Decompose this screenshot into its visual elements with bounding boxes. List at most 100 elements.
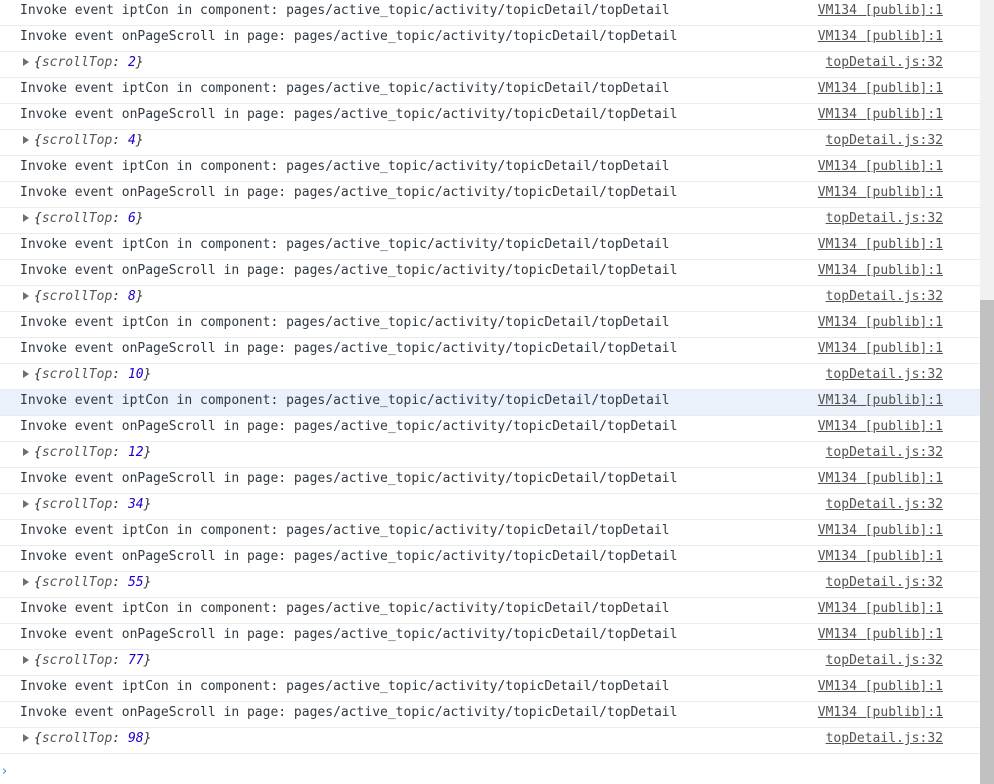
object-brace-close: }	[143, 731, 152, 746]
source-link[interactable]: VM134 [publib]:1	[818, 678, 943, 695]
source-link[interactable]: VM134 [publib]:1	[818, 28, 943, 45]
log-object-row[interactable]: {scrollTop: 77} topDetail.js:32	[0, 650, 980, 676]
object-value: 6	[127, 211, 136, 226]
object-brace-open: {	[34, 133, 42, 148]
source-link[interactable]: topDetail.js:32	[826, 132, 943, 149]
source-link[interactable]: topDetail.js:32	[826, 288, 943, 305]
object-brace-close: }	[143, 497, 152, 512]
source-link[interactable]: topDetail.js:32	[826, 210, 943, 227]
source-link[interactable]: VM134 [publib]:1	[818, 158, 943, 175]
log-object-row[interactable]: {scrollTop: 10} topDetail.js:32	[0, 364, 980, 390]
log-message-text: Invoke event iptCon in component: pages/…	[20, 679, 670, 694]
object-preview[interactable]: {scrollTop: 55}	[34, 574, 151, 591]
expand-triangle-icon[interactable]	[23, 656, 29, 664]
object-brace-open: {	[34, 653, 42, 668]
source-link[interactable]: topDetail.js:32	[826, 366, 943, 383]
source-link[interactable]: VM134 [publib]:1	[818, 626, 943, 643]
object-preview[interactable]: {scrollTop: 12}	[34, 444, 151, 461]
source-link[interactable]: VM134 [publib]:1	[818, 236, 943, 253]
log-message-row: Invoke event onPageScroll in page: pages…	[0, 468, 980, 494]
source-link[interactable]: VM134 [publib]:1	[818, 2, 943, 19]
object-brace-open: {	[34, 497, 42, 512]
object-preview[interactable]: {scrollTop: 8}	[34, 288, 144, 305]
expand-triangle-icon[interactable]	[23, 500, 29, 508]
expand-triangle-icon[interactable]	[23, 136, 29, 144]
source-link[interactable]: VM134 [publib]:1	[818, 392, 943, 409]
object-preview[interactable]: {scrollTop: 98}	[34, 730, 151, 747]
log-message-text: Invoke event onPageScroll in page: pages…	[20, 705, 678, 720]
source-link[interactable]: VM134 [publib]:1	[818, 522, 943, 539]
object-brace-close: }	[135, 55, 144, 70]
source-link[interactable]: VM134 [publib]:1	[818, 704, 943, 721]
source-link[interactable]: VM134 [publib]:1	[818, 548, 943, 565]
source-link[interactable]: VM134 [publib]:1	[818, 106, 943, 123]
expand-triangle-icon[interactable]	[23, 578, 29, 586]
log-message-row: Invoke event onPageScroll in page: pages…	[0, 546, 980, 572]
log-object-row[interactable]: {scrollTop: 2} topDetail.js:32	[0, 52, 980, 78]
object-key: scrollTop	[41, 133, 113, 148]
expand-triangle-icon[interactable]	[23, 58, 29, 66]
object-brace-open: {	[34, 445, 42, 460]
prompt-chevron-icon: ›	[2, 764, 8, 779]
log-message-row: Invoke event iptCon in component: pages/…	[0, 312, 980, 338]
source-link[interactable]: VM134 [publib]:1	[818, 80, 943, 97]
console-log: Invoke event iptCon in component: pages/…	[0, 0, 980, 784]
log-message-row: Invoke event iptCon in component: pages/…	[0, 598, 980, 624]
log-message-text: Invoke event onPageScroll in page: pages…	[20, 419, 678, 434]
source-link[interactable]: VM134 [publib]:1	[818, 470, 943, 487]
object-preview[interactable]: {scrollTop: 4}	[34, 132, 144, 149]
object-brace-close: }	[135, 211, 144, 226]
object-value: 98	[127, 731, 144, 746]
console-input[interactable]	[18, 763, 972, 783]
source-link[interactable]: topDetail.js:32	[826, 730, 943, 747]
log-object-row[interactable]: {scrollTop: 12} topDetail.js:32	[0, 442, 980, 468]
source-link[interactable]: VM134 [publib]:1	[818, 314, 943, 331]
object-value: 55	[127, 575, 144, 590]
log-object-row[interactable]: {scrollTop: 98} topDetail.js:32	[0, 728, 980, 754]
log-message-text: Invoke event onPageScroll in page: pages…	[20, 263, 678, 278]
object-key: scrollTop	[41, 575, 113, 590]
expand-triangle-icon[interactable]	[23, 292, 29, 300]
log-object-row[interactable]: {scrollTop: 6} topDetail.js:32	[0, 208, 980, 234]
object-colon: :	[112, 367, 128, 382]
expand-triangle-icon[interactable]	[23, 214, 29, 222]
source-link[interactable]: VM134 [publib]:1	[818, 340, 943, 357]
log-message-row: Invoke event iptCon in component: pages/…	[0, 78, 980, 104]
log-object-row[interactable]: {scrollTop: 8} topDetail.js:32	[0, 286, 980, 312]
object-brace-close: }	[143, 575, 152, 590]
source-link[interactable]: VM134 [publib]:1	[818, 184, 943, 201]
log-message-row: Invoke event iptCon in component: pages/…	[0, 520, 980, 546]
log-message-row: Invoke event iptCon in component: pages/…	[0, 0, 980, 26]
log-object-row[interactable]: {scrollTop: 55} topDetail.js:32	[0, 572, 980, 598]
log-message-row: Invoke event onPageScroll in page: pages…	[0, 260, 980, 286]
expand-triangle-icon[interactable]	[23, 370, 29, 378]
source-link[interactable]: VM134 [publib]:1	[818, 600, 943, 617]
object-preview[interactable]: {scrollTop: 10}	[34, 366, 151, 383]
source-link[interactable]: topDetail.js:32	[826, 652, 943, 669]
log-message-row: Invoke event iptCon in component: pages/…	[0, 234, 980, 260]
source-link[interactable]: topDetail.js:32	[826, 496, 943, 513]
log-object-row[interactable]: {scrollTop: 34} topDetail.js:32	[0, 494, 980, 520]
expand-triangle-icon[interactable]	[23, 448, 29, 456]
expand-triangle-icon[interactable]	[23, 734, 29, 742]
scrollbar-thumb[interactable]	[980, 300, 994, 784]
object-preview[interactable]: {scrollTop: 77}	[34, 652, 151, 669]
log-message-text: Invoke event iptCon in component: pages/…	[20, 601, 670, 616]
log-message-row: Invoke event iptCon in component: pages/…	[0, 676, 980, 702]
source-link[interactable]: topDetail.js:32	[826, 574, 943, 591]
source-link[interactable]: VM134 [publib]:1	[818, 418, 943, 435]
log-message-text: Invoke event iptCon in component: pages/…	[20, 393, 670, 408]
object-preview[interactable]: {scrollTop: 2}	[34, 54, 144, 71]
source-link[interactable]: topDetail.js:32	[826, 444, 943, 461]
log-message-row: Invoke event onPageScroll in page: pages…	[0, 702, 980, 728]
object-preview[interactable]: {scrollTop: 34}	[34, 496, 151, 513]
source-link[interactable]: topDetail.js:32	[826, 54, 943, 71]
console-scrollbar[interactable]	[980, 0, 994, 784]
object-brace-close: }	[143, 367, 152, 382]
console-prompt[interactable]: ›	[0, 761, 980, 784]
source-link[interactable]: VM134 [publib]:1	[818, 262, 943, 279]
log-object-row[interactable]: {scrollTop: 4} topDetail.js:32	[0, 130, 980, 156]
log-message-text: Invoke event onPageScroll in page: pages…	[20, 185, 678, 200]
object-preview[interactable]: {scrollTop: 6}	[34, 210, 144, 227]
object-brace-open: {	[34, 289, 42, 304]
